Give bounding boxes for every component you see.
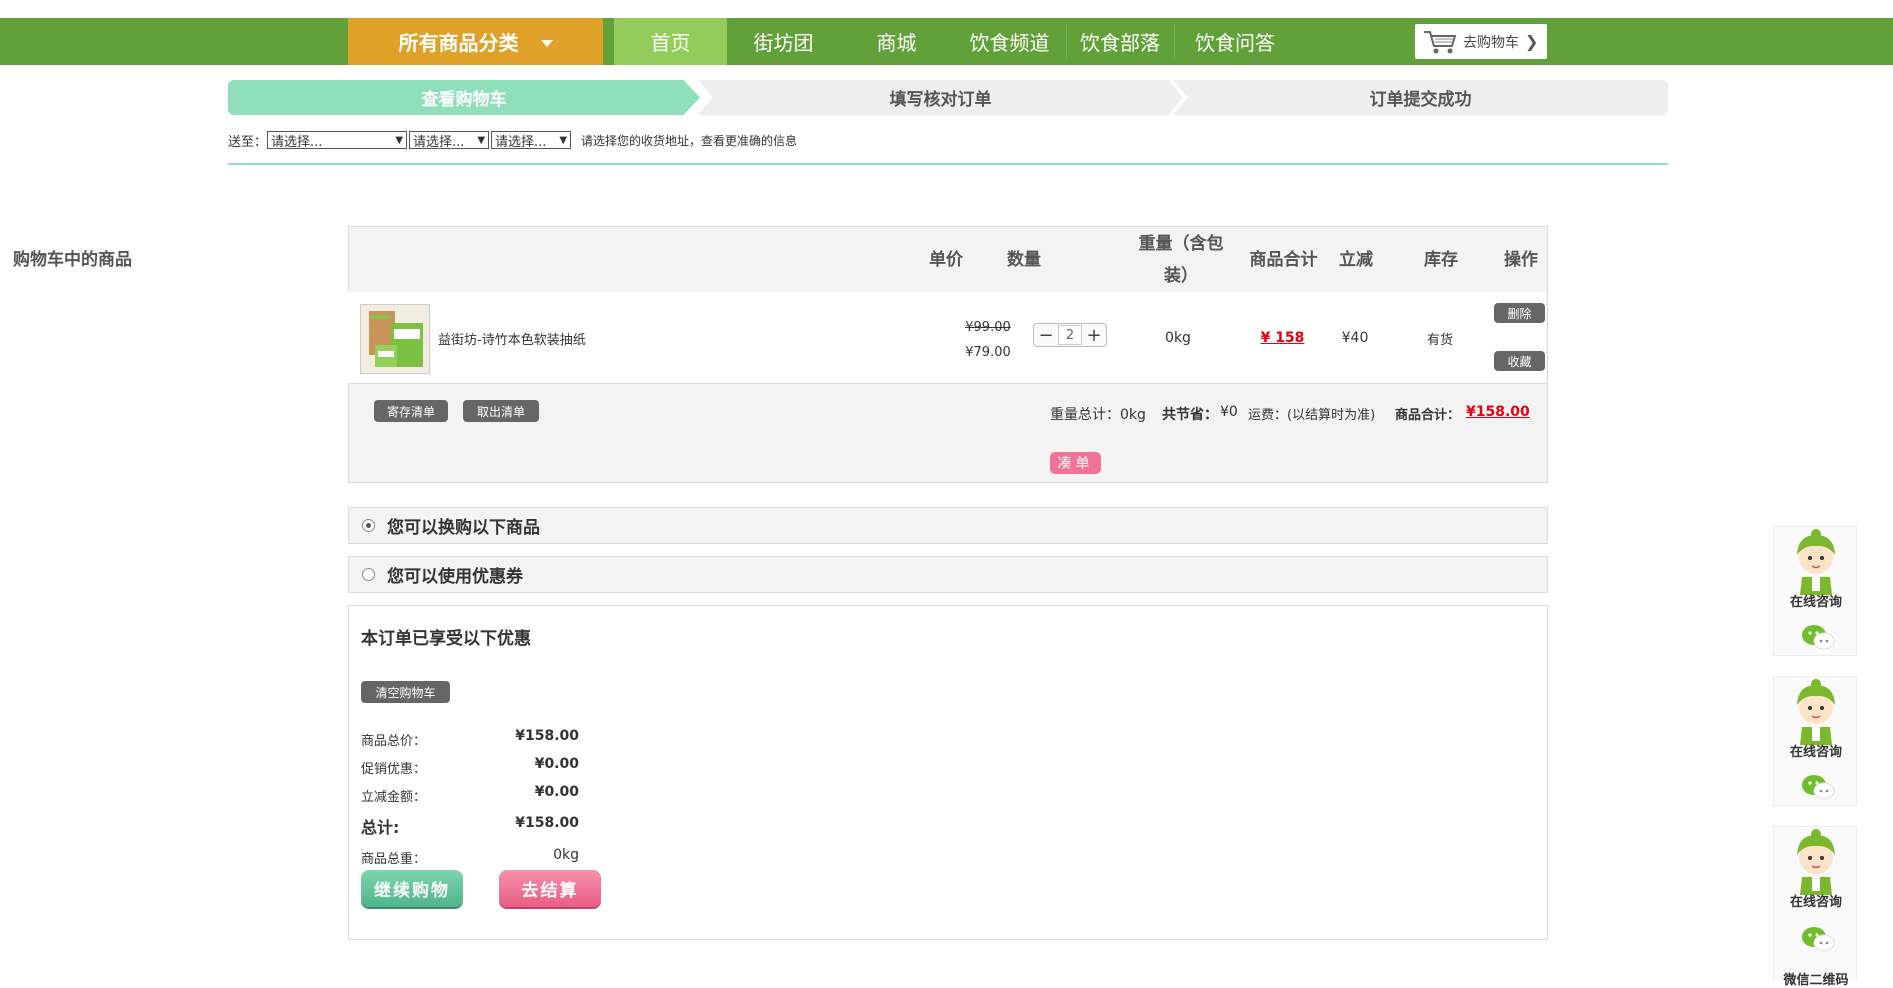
product-thumbnail[interactable] [360, 304, 430, 374]
shipping-address-row: 送至： 请选择... ▼ 请选择... ▼ 请选择... ▼ 请选择您的收货地址，查看… [228, 131, 798, 150]
grand-total-value: ¥158.00 [515, 815, 579, 831]
save-list-button[interactable]: 寄存清单 [374, 400, 448, 422]
all-categories-label: 所有商品分类 [398, 31, 519, 55]
total-weight-value: 0kg [553, 847, 579, 863]
city-select-value: 请选择... [413, 134, 465, 150]
exchange-purchase-radio[interactable] [362, 519, 375, 532]
step-view-cart: 查看购物车 [228, 80, 700, 115]
coupon-option[interactable]: 您可以使用优惠券 [348, 556, 1548, 593]
dropdown-arrow-icon: ▼ [477, 134, 486, 146]
increase-quantity-button[interactable]: + [1082, 324, 1106, 346]
promo-discount-value: ¥0.00 [534, 756, 579, 772]
all-categories-button[interactable]: 所有商品分类 [348, 18, 603, 65]
nav-item-neighborhood-group[interactable]: 街坊团 [727, 18, 840, 65]
online-consult-label: 在线咨询 [1789, 895, 1842, 910]
wechat-icon [1802, 927, 1835, 952]
saved-label: 共节省： [1162, 407, 1218, 423]
online-consult-widget[interactable]: 在线咨询 微信二维码 [1773, 826, 1857, 988]
continue-shopping-button[interactable]: 继续购物 [361, 870, 463, 907]
header-product: 购物车中的商品 [13, 250, 132, 270]
dropdown-arrow-icon: ▼ [395, 134, 404, 146]
table-row: 益街坊-诗竹本色软装抽纸 ¥99.00 ¥79.00 − 2 + 0kg ¥ 1… [348, 292, 1546, 384]
shopping-cart-icon [1424, 30, 1457, 53]
nav-item-food-tribe[interactable]: 饮食部落 [1066, 18, 1174, 65]
goods-total-value: ¥158.00 [515, 728, 579, 744]
instant-discount-label: 立减金额： [361, 790, 427, 805]
cart-total-label: 商品合计： [1395, 408, 1461, 423]
promo-discount-label: 促销优惠： [361, 762, 427, 777]
go-to-cart-button[interactable]: 去购物车 ❯ [1415, 24, 1547, 59]
delete-item-button[interactable]: 删除 [1494, 303, 1545, 323]
item-discount: ¥40 [1341, 330, 1369, 346]
product-image [361, 305, 429, 373]
online-consult-label: 在线咨询 [1789, 595, 1842, 610]
address-divider [228, 163, 1668, 165]
quantity-input[interactable]: 2 [1058, 325, 1082, 345]
checkout-button[interactable]: 去结算 [499, 870, 601, 907]
exchange-purchase-option[interactable]: 您可以换购以下商品 [348, 507, 1548, 544]
original-price: ¥99.00 [965, 319, 1011, 335]
load-list-button[interactable]: 取出清单 [463, 400, 539, 422]
online-consult-widget[interactable]: 在线咨询 [1773, 676, 1857, 806]
saved-value: ¥0 [1220, 404, 1238, 420]
discount-panel-title: 本订单已享受以下优惠 [361, 629, 531, 649]
total-weight-label: 商品总重： [361, 852, 427, 867]
cart-total-value: ¥158.00 [1466, 404, 1530, 420]
wechat-icon [1802, 625, 1835, 650]
city-select[interactable]: 请选择... ▼ [409, 131, 490, 150]
ship-to-label: 送至： [228, 134, 268, 150]
wechat-qrcode-label[interactable]: 微信二维码 [1774, 969, 1858, 988]
quantity-stepper: − 2 + [1033, 323, 1107, 347]
checkout-steps: 查看购物车 填写核对订单 订单提交成功 [228, 80, 1668, 115]
district-select[interactable]: 请选择... ▼ [491, 131, 572, 150]
top-nav: 所有商品分类 首页 街坊团 商城 饮食频道 饮食部落 饮食问答 去购物车 ❯ [0, 18, 1893, 65]
grand-total-label: 总计: [361, 818, 400, 837]
province-select[interactable]: 请选择... ▼ [267, 131, 408, 150]
cart-body: 益街坊-诗竹本色软装抽纸 ¥99.00 ¥79.00 − 2 + 0kg ¥ 1… [348, 226, 1548, 483]
item-subtotal: ¥ 158 [1260, 330, 1305, 346]
online-consult-label: 在线咨询 [1789, 745, 1842, 760]
nav-divider [1174, 24, 1175, 59]
unit-price: ¥79.00 [965, 344, 1011, 360]
go-to-cart-label: 去购物车 [1463, 34, 1519, 51]
dropdown-arrow-icon: ▼ [559, 134, 568, 146]
province-select-value: 请选择... [271, 134, 323, 150]
weight-total: 重量总计：0kg [1050, 407, 1146, 423]
nav-item-home[interactable]: 首页 [614, 18, 727, 65]
exchange-purchase-label: 您可以换购以下商品 [387, 518, 540, 538]
goods-total-label: 商品总价： [361, 734, 427, 749]
step-fill-order: 填写核对订单 [698, 80, 1183, 115]
online-consult-widget[interactable]: 在线咨询 [1773, 526, 1857, 656]
nav-item-food-channel[interactable]: 饮食频道 [953, 18, 1066, 65]
favorite-item-button[interactable]: 收藏 [1494, 351, 1545, 371]
wechat-icon [1802, 775, 1835, 800]
coupon-radio[interactable] [362, 568, 375, 581]
nav-item-food-qa[interactable]: 饮食问答 [1182, 18, 1288, 65]
district-select-value: 请选择... [495, 134, 547, 150]
coupon-label: 您可以使用优惠券 [387, 567, 523, 587]
caret-down-icon [540, 40, 553, 47]
chevron-right-icon: ❯ [1525, 32, 1539, 51]
item-stock: 有货 [1426, 332, 1453, 348]
product-name[interactable]: 益街坊-诗竹本色软装抽纸 [438, 292, 586, 384]
address-hint: 请选择您的收货地址，查看更准确的信息 [581, 133, 798, 148]
order-discount-panel: 本订单已享受以下优惠 清空购物车 商品总价： ¥158.00 促销优惠： ¥0.… [348, 605, 1548, 940]
combine-order-button[interactable]: 凑单 [1050, 452, 1101, 474]
step-order-submitted: 订单提交成功 [1173, 80, 1668, 115]
nav-item-mall[interactable]: 商城 [840, 18, 953, 65]
clear-cart-button[interactable]: 清空购物车 [361, 681, 450, 703]
shipping-note: 运费：(以结算时为准) [1248, 408, 1376, 423]
decrease-quantity-button[interactable]: − [1034, 324, 1058, 346]
instant-discount-value: ¥0.00 [534, 784, 579, 800]
item-weight: 0kg [1165, 330, 1191, 346]
